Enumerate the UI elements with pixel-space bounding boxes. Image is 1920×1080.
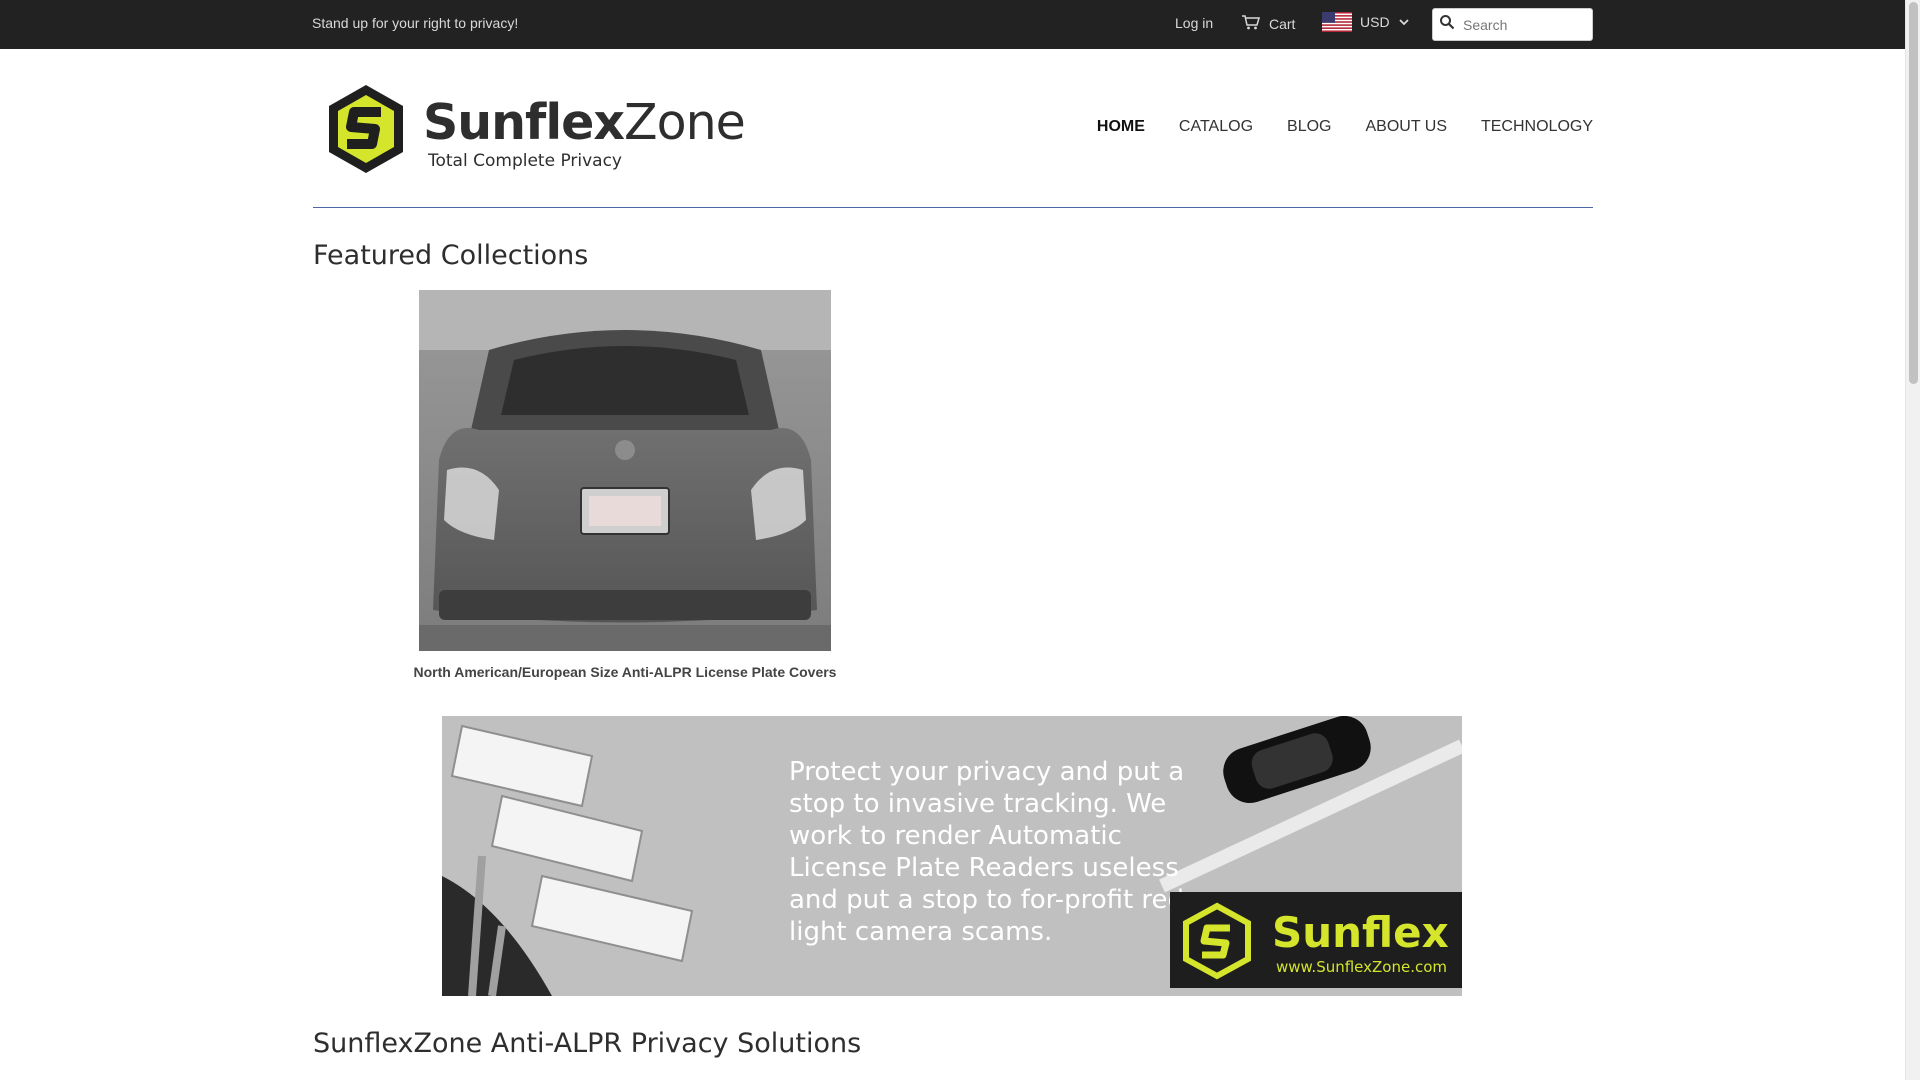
- search-icon[interactable]: [1439, 14, 1455, 35]
- nav-blog[interactable]: BLOG: [1287, 118, 1331, 136]
- nav-technology[interactable]: TECHNOLOGY: [1481, 118, 1593, 136]
- solutions-title: SunflexZone Anti-ALPR Privacy Solutions: [313, 1028, 862, 1059]
- logo-name-regular: Zone: [624, 94, 746, 151]
- cart-icon: [1241, 14, 1261, 33]
- banner-brand-name: Sunflex: [1272, 908, 1449, 957]
- promo-banner: Protect your privacy and put a stop to i…: [442, 716, 1462, 996]
- nav-about-us[interactable]: ABOUT US: [1365, 118, 1447, 136]
- search-input[interactable]: [1461, 15, 1581, 34]
- currency-label: USD: [1360, 14, 1390, 30]
- banner-message: Protect your privacy and put a stop to i…: [789, 757, 1194, 947]
- chevron-down-icon: [1398, 16, 1410, 28]
- site-logo[interactable]: SunflexZone Total Complete Privacy: [320, 80, 746, 180]
- currency-selector[interactable]: USD: [1322, 12, 1410, 32]
- banner-brand-badge: Sunflex www.SunflexZone.com: [1170, 892, 1462, 988]
- cart-label: Cart: [1269, 15, 1296, 32]
- banner-brand-url: www.SunflexZone.com: [1276, 958, 1448, 976]
- scrollbar[interactable]: [1905, 0, 1920, 1080]
- sunflex-logo-icon: [329, 85, 403, 173]
- main-nav: HOME CATALOG BLOG ABOUT US TECHNOLOGY: [1097, 118, 1593, 136]
- logo-wordmark: SunflexZone: [423, 94, 746, 151]
- logo-tagline: Total Complete Privacy: [428, 151, 622, 171]
- collection-image[interactable]: [419, 290, 831, 651]
- scrollbar-thumb[interactable]: [1909, 2, 1918, 384]
- logo-name-bold: Sunflex: [423, 94, 625, 151]
- sunflex-logo-icon: [1183, 902, 1251, 980]
- nav-catalog[interactable]: CATALOG: [1179, 118, 1253, 136]
- collection-label[interactable]: North American/European Size Anti-ALPR L…: [407, 664, 843, 680]
- top-bar: Stand up for your right to privacy! Log …: [0, 0, 1905, 49]
- login-link[interactable]: Log in: [1175, 15, 1213, 31]
- featured-collections-title: Featured Collections: [313, 240, 589, 271]
- us-flag-icon: [1322, 12, 1352, 32]
- collection-card[interactable]: North American/European Size Anti-ALPR L…: [407, 290, 843, 680]
- header-divider: [313, 207, 1593, 208]
- cart-link[interactable]: Cart: [1241, 14, 1295, 33]
- nav-home[interactable]: HOME: [1097, 118, 1145, 136]
- tagline: Stand up for your right to privacy!: [312, 15, 519, 31]
- search-box: [1432, 8, 1593, 41]
